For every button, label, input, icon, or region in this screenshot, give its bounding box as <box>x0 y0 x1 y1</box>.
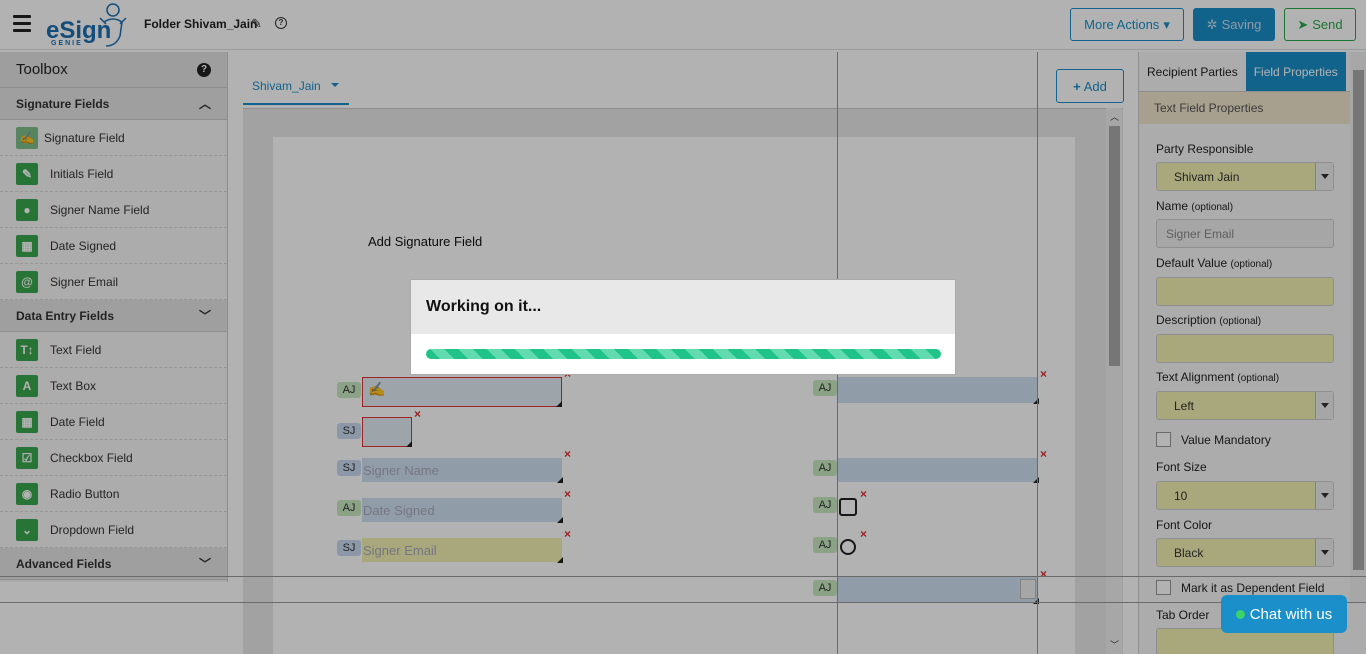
progress-bar <box>426 349 941 359</box>
chat-with-us-button[interactable]: Chat with us <box>1221 595 1347 633</box>
dialog-title: Working on it... <box>411 280 955 334</box>
online-status-icon <box>1235 609 1245 619</box>
progress-dialog: Working on it... <box>410 279 956 375</box>
